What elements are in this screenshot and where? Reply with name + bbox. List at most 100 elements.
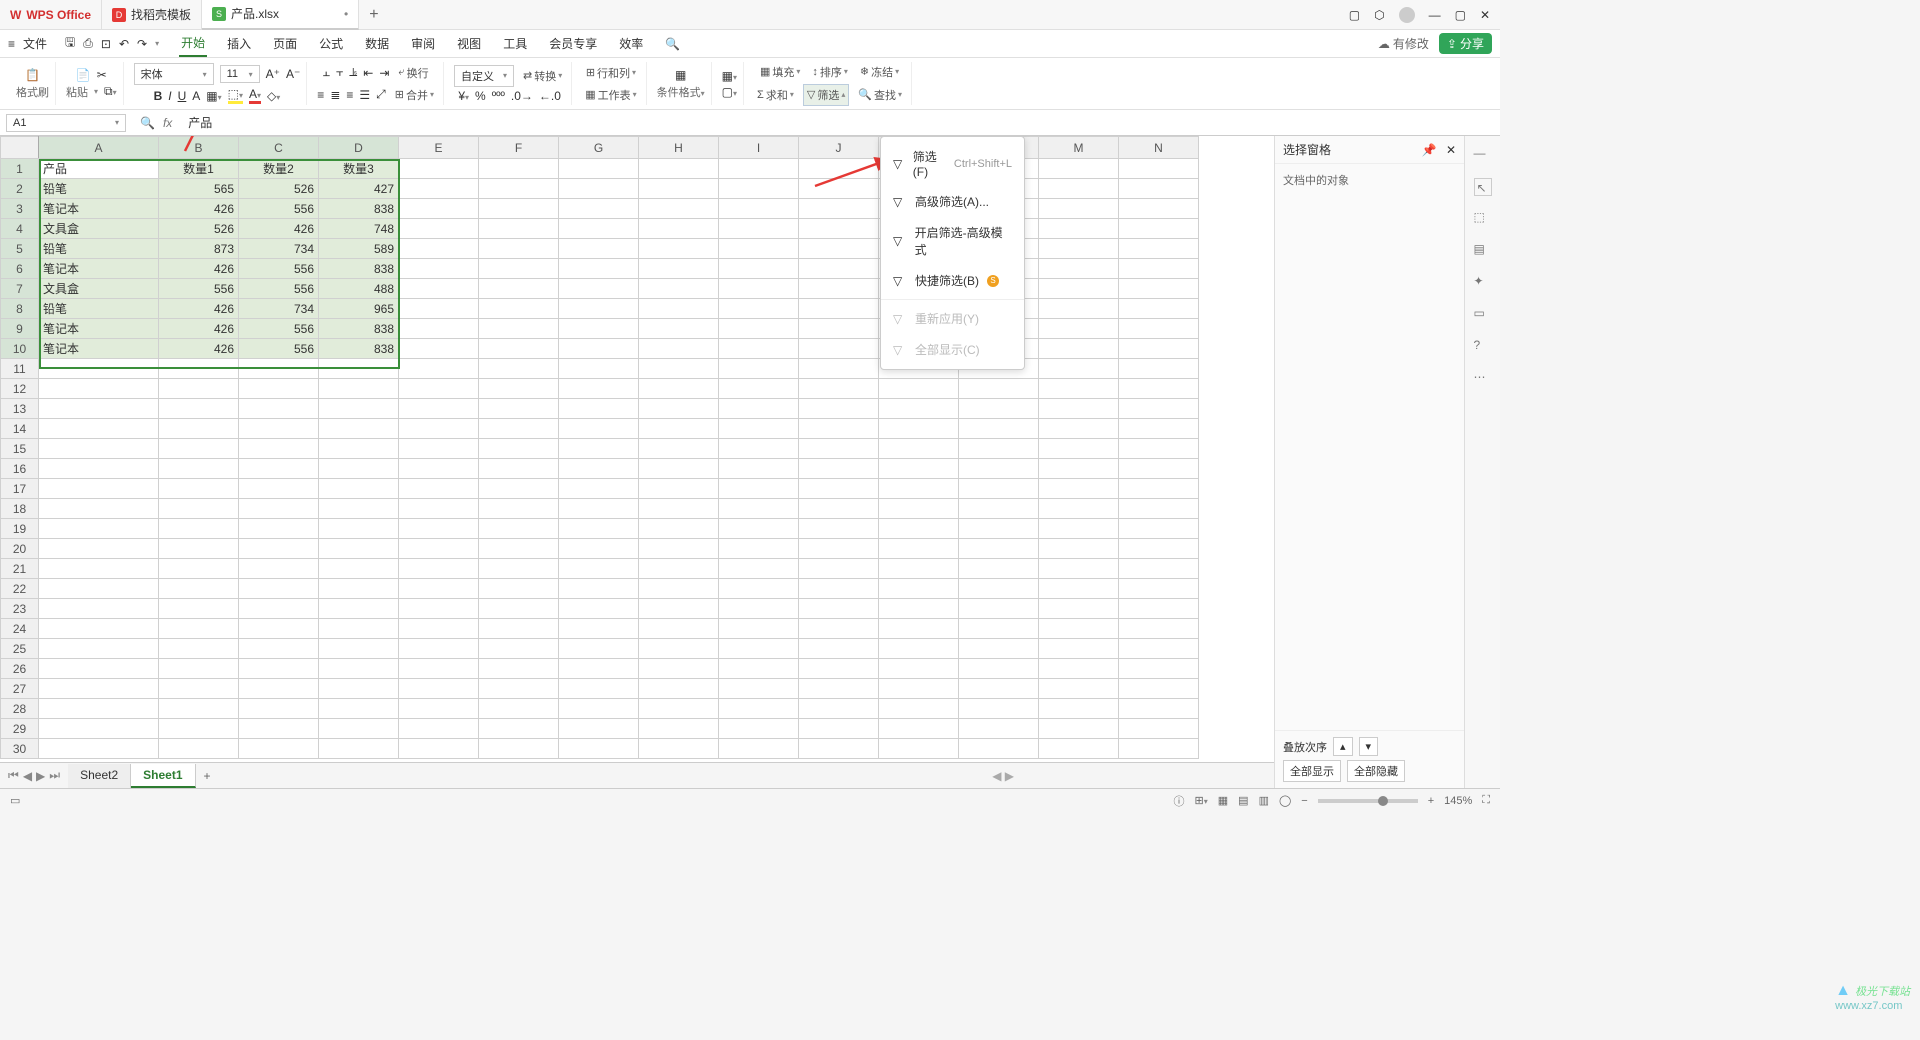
cell[interactable] [479, 719, 559, 739]
cell[interactable] [399, 219, 479, 239]
cell[interactable] [799, 559, 879, 579]
cell[interactable] [159, 639, 239, 659]
align-middle-icon[interactable]: ⫟ [336, 65, 343, 80]
cell[interactable] [319, 599, 399, 619]
cut-icon[interactable]: ✂ [97, 68, 107, 82]
row-header[interactable]: 16 [1, 459, 39, 479]
cell[interactable] [239, 479, 319, 499]
more-qat[interactable]: ▾ [155, 39, 159, 48]
cell[interactable] [799, 619, 879, 639]
menu-tab-7[interactable]: 工具 [501, 31, 529, 56]
cell[interactable] [959, 579, 1039, 599]
cell[interactable] [479, 699, 559, 719]
cell[interactable] [559, 639, 639, 659]
cell[interactable] [1039, 599, 1119, 619]
cell[interactable] [479, 339, 559, 359]
cell[interactable] [639, 459, 719, 479]
table-style-icon[interactable]: ▦▾ [722, 69, 737, 83]
cell[interactable] [1119, 259, 1199, 279]
cell[interactable] [879, 519, 959, 539]
cell[interactable]: 文具盒 [39, 219, 159, 239]
cell[interactable] [879, 659, 959, 679]
magic-icon[interactable]: ✦ [1474, 274, 1492, 292]
cell[interactable] [399, 279, 479, 299]
cell[interactable] [639, 399, 719, 419]
cell[interactable] [239, 639, 319, 659]
dd-item-0[interactable]: ▽筛选(F)Ctrl+Shift+L [881, 141, 1024, 186]
cell[interactable] [639, 719, 719, 739]
cell-style-icon[interactable]: ▢▾ [722, 85, 737, 99]
currency-icon[interactable]: ¥▾ [458, 89, 469, 103]
row-header[interactable]: 27 [1, 679, 39, 699]
row-header[interactable]: 6 [1, 259, 39, 279]
cell[interactable]: 426 [159, 319, 239, 339]
cell[interactable] [959, 699, 1039, 719]
increase-font-icon[interactable]: A⁺ [266, 67, 280, 81]
cell[interactable] [799, 279, 879, 299]
cell[interactable] [559, 559, 639, 579]
cell[interactable] [319, 559, 399, 579]
cell[interactable] [799, 319, 879, 339]
cell[interactable] [559, 159, 639, 179]
cell[interactable] [559, 539, 639, 559]
cell[interactable] [959, 479, 1039, 499]
cell[interactable]: 526 [239, 179, 319, 199]
align-center-icon[interactable]: ≣ [330, 88, 340, 102]
col-header[interactable]: J [799, 137, 879, 159]
cell[interactable] [399, 419, 479, 439]
cell[interactable] [479, 159, 559, 179]
cell[interactable] [559, 399, 639, 419]
cell[interactable] [559, 379, 639, 399]
sum-button[interactable]: Σ求和▾ [754, 85, 797, 105]
cell[interactable] [559, 739, 639, 759]
row-header[interactable]: 23 [1, 599, 39, 619]
save-icon[interactable]: 🖫 [65, 33, 75, 54]
cell[interactable] [879, 679, 959, 699]
cell[interactable]: 556 [239, 259, 319, 279]
cell[interactable] [1039, 199, 1119, 219]
cell[interactable] [399, 739, 479, 759]
cell[interactable] [159, 599, 239, 619]
cell[interactable] [1119, 679, 1199, 699]
cell[interactable] [799, 579, 879, 599]
cell[interactable] [1119, 659, 1199, 679]
rec-icon[interactable]: ◯ [1279, 794, 1291, 807]
orient-icon[interactable]: ⤢ [376, 87, 386, 102]
cell[interactable] [1039, 179, 1119, 199]
cell[interactable] [1119, 179, 1199, 199]
cell[interactable] [1119, 599, 1199, 619]
cell[interactable] [239, 499, 319, 519]
cell[interactable] [559, 299, 639, 319]
cell[interactable] [1119, 499, 1199, 519]
freeze-button[interactable]: ❄冻结▾ [857, 62, 902, 82]
cell[interactable] [639, 239, 719, 259]
cell[interactable] [399, 319, 479, 339]
view-normal-icon[interactable]: ▦ [1218, 794, 1228, 807]
cell[interactable] [479, 579, 559, 599]
col-header[interactable]: G [559, 137, 639, 159]
cell[interactable] [559, 579, 639, 599]
cell[interactable] [479, 619, 559, 639]
cell[interactable] [399, 579, 479, 599]
cell[interactable] [159, 459, 239, 479]
view-stats-icon[interactable]: ⓘ [1174, 793, 1185, 809]
cell[interactable] [479, 539, 559, 559]
cell[interactable] [559, 599, 639, 619]
cell[interactable] [559, 339, 639, 359]
cell[interactable] [399, 679, 479, 699]
cell[interactable] [959, 679, 1039, 699]
cell[interactable] [1119, 359, 1199, 379]
row-header[interactable]: 18 [1, 499, 39, 519]
cell[interactable] [39, 579, 159, 599]
cell[interactable] [1119, 399, 1199, 419]
cell[interactable] [799, 639, 879, 659]
more-icon[interactable]: ⋯ [1474, 370, 1492, 388]
find-button[interactable]: 🔍查找▾ [855, 85, 905, 105]
cell[interactable] [479, 599, 559, 619]
cell[interactable]: 748 [319, 219, 399, 239]
cell[interactable] [319, 359, 399, 379]
cell[interactable] [1119, 239, 1199, 259]
row-header[interactable]: 8 [1, 299, 39, 319]
cell[interactable] [639, 159, 719, 179]
cell[interactable]: 铅笔 [39, 239, 159, 259]
